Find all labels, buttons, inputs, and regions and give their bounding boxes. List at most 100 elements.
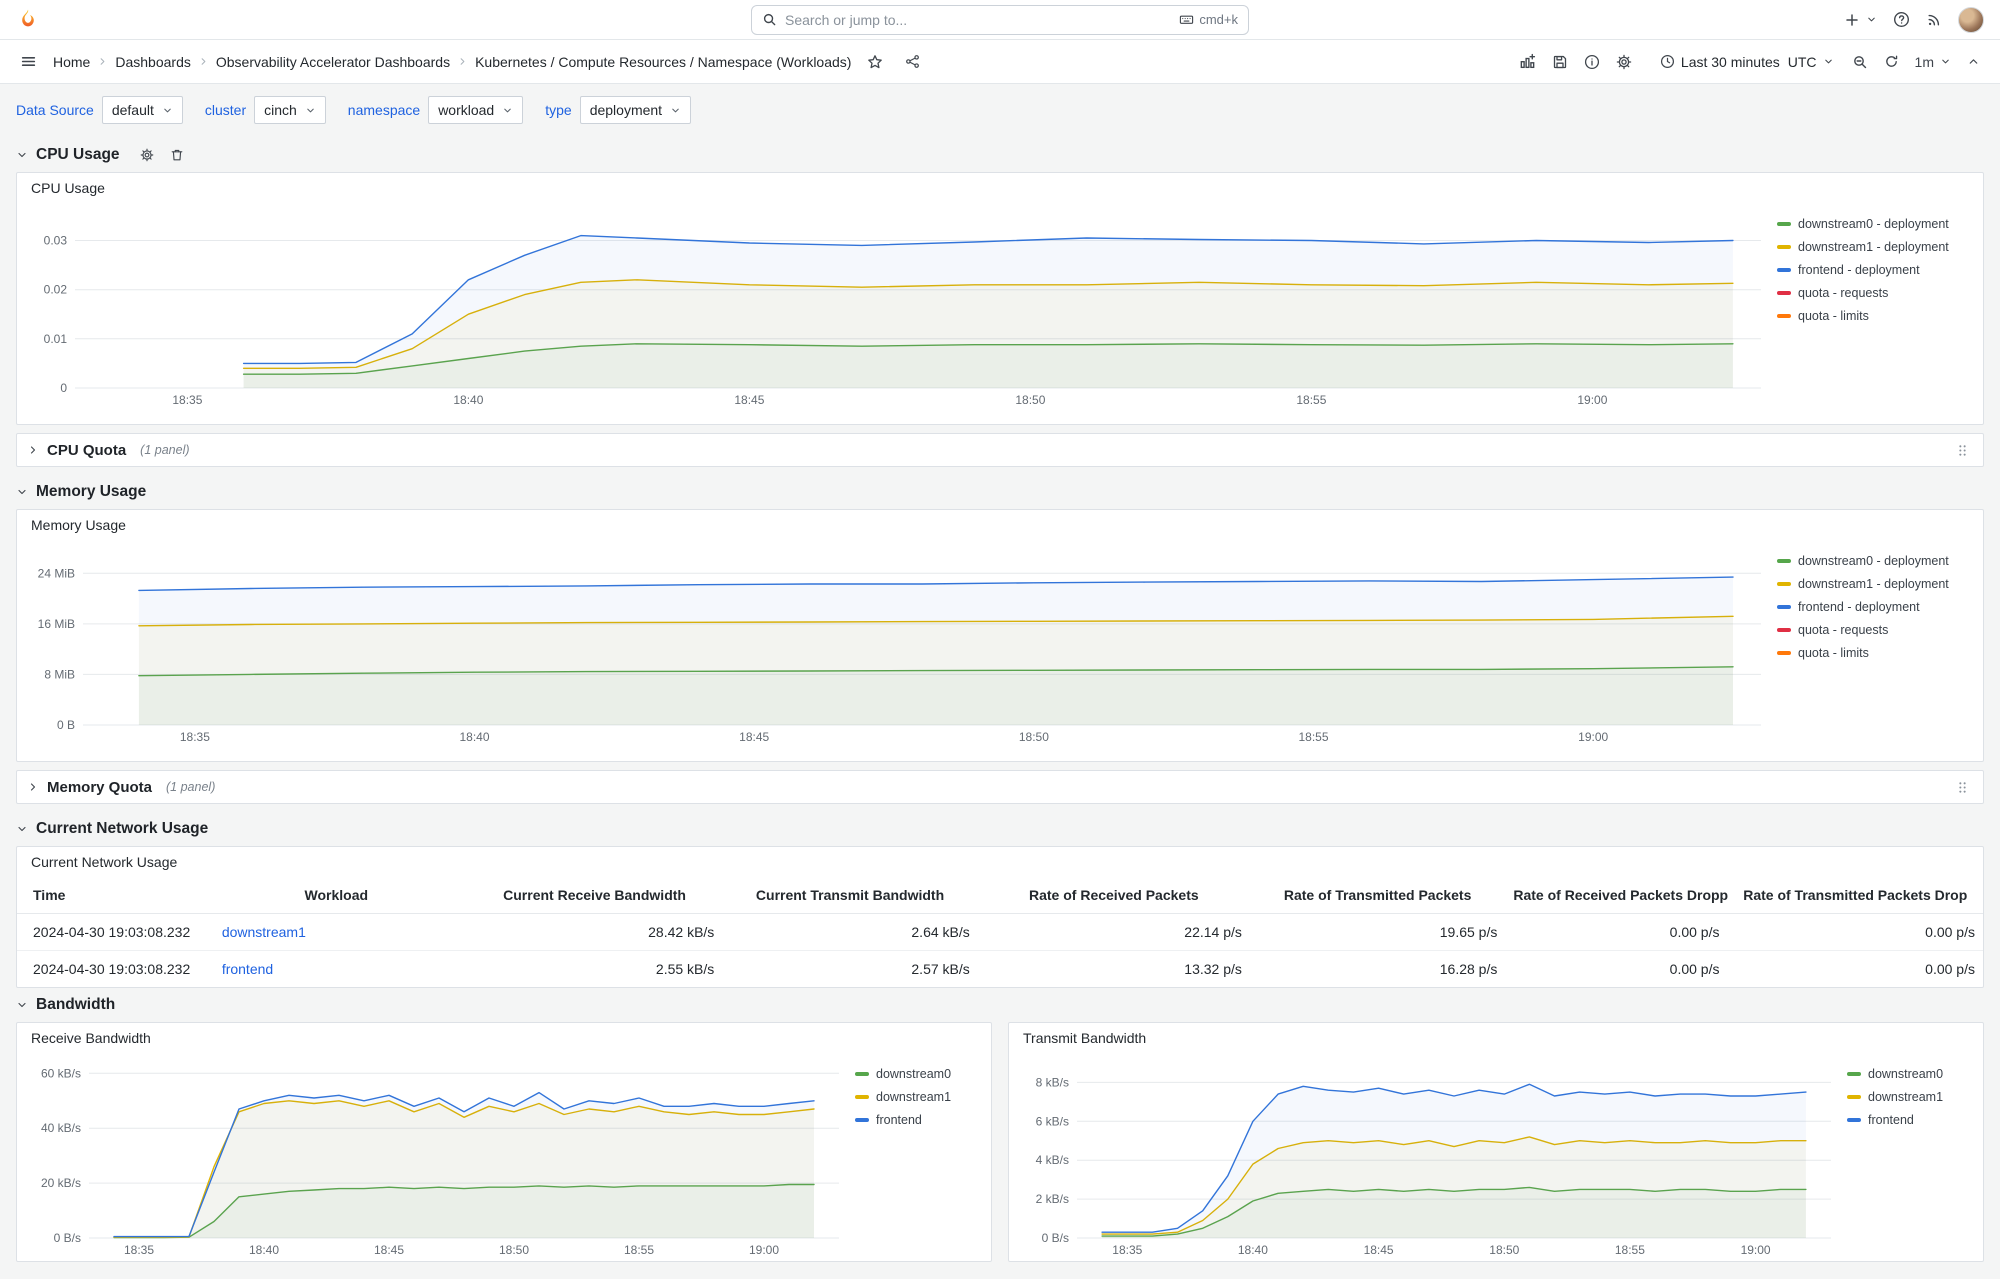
time-series-chart[interactable]: 0 B/s 20 kB/s 40 kB/s 60 kB/s 18:35 18:40 18:4… <box>25 1053 845 1260</box>
table-column-header[interactable]: Rate of Received Packets Droppe <box>1505 877 1728 914</box>
svg-text:0.02: 0.02 <box>44 283 68 297</box>
row-delete-button[interactable] <box>164 143 190 167</box>
news-button[interactable] <box>1926 12 1942 28</box>
svg-text:8 kB/s: 8 kB/s <box>1036 1075 1069 1089</box>
timezone-label: UTC <box>1787 53 1817 70</box>
panel-count: (1 panel) <box>140 443 190 457</box>
search-input[interactable] <box>785 11 1172 28</box>
variable-label[interactable]: cluster <box>205 102 246 118</box>
star-icon <box>867 54 883 70</box>
save-dashboard-button[interactable] <box>1546 47 1574 77</box>
workload-link[interactable]: frontend <box>222 961 273 977</box>
section-row-cpu-quota[interactable]: CPU Quota (1 panel) <box>16 433 1984 467</box>
section-title: Bandwidth <box>36 996 116 1013</box>
svg-text:18:50: 18:50 <box>499 1243 529 1257</box>
collapse-controls-button[interactable] <box>1961 47 1986 77</box>
section-header-cpu-usage[interactable]: CPU Usage <box>16 138 1984 172</box>
breadcrumb-item-dashboards[interactable]: Dashboards <box>115 54 191 70</box>
variable-cluster: cluster cinch <box>205 96 326 124</box>
table-column-header[interactable]: Rate of Received Packets <box>977 877 1250 914</box>
workload-link[interactable]: downstream1 <box>222 924 306 940</box>
breadcrumb-item-folder[interactable]: Observability Accelerator Dashboards <box>216 54 450 70</box>
new-button[interactable] <box>1844 12 1877 28</box>
svg-text:18:45: 18:45 <box>374 1243 404 1257</box>
refresh-interval-label: 1m <box>1914 53 1934 70</box>
breadcrumb-separator-icon <box>97 56 108 67</box>
section-header-bandwidth[interactable]: Bandwidth <box>16 988 1984 1022</box>
hamburger-icon <box>20 53 37 70</box>
add-panel-button[interactable] <box>1513 47 1542 77</box>
legend-item[interactable]: downstream1 - deployment <box>1777 575 1969 592</box>
legend-item[interactable]: downstream1 <box>855 1088 977 1105</box>
section-header-memory-usage[interactable]: Memory Usage <box>16 475 1984 509</box>
legend-item[interactable]: frontend - deployment <box>1777 598 1969 615</box>
legend-item[interactable]: downstream0 <box>855 1065 977 1082</box>
legend-item[interactable]: downstream0 <box>1847 1065 1969 1082</box>
refresh-button[interactable] <box>1878 47 1905 77</box>
time-range-picker[interactable]: Last 30 minutes UTC <box>1652 47 1842 77</box>
legend-item[interactable]: frontend - deployment <box>1777 261 1969 278</box>
legend-item[interactable]: frontend <box>1847 1111 1969 1128</box>
help-button[interactable] <box>1893 11 1910 28</box>
collapse-icon <box>16 486 28 498</box>
time-series-chart[interactable]: 0 0.01 0.02 0.03 18:35 18:40 18:45 18:50 18:55 19… <box>25 203 1767 410</box>
svg-text:18:40: 18:40 <box>459 730 489 744</box>
variable-value: default <box>111 102 154 118</box>
legend-item[interactable]: downstream0 - deployment <box>1777 552 1969 569</box>
legend-swatch <box>1777 581 1791 586</box>
panel-title[interactable]: Current Network Usage <box>17 847 1983 877</box>
table-column-header[interactable]: Rate of Transmitted Packets Drop <box>1727 877 1983 914</box>
row-settings-button[interactable] <box>134 143 160 167</box>
dashboard-insights-button[interactable] <box>1578 47 1606 77</box>
panel-title[interactable]: Memory Usage <box>17 510 1983 540</box>
variable-label[interactable]: namespace <box>348 102 420 118</box>
table-column-header[interactable]: Rate of Transmitted Packets <box>1249 877 1506 914</box>
table-column-header[interactable]: Current Receive Bandwidth <box>466 877 723 914</box>
variables-row: Data Source default cluster cinch namesp… <box>16 96 1984 124</box>
legend-item[interactable]: frontend <box>855 1111 977 1128</box>
legend-item[interactable]: downstream0 - deployment <box>1777 215 1969 232</box>
favorite-button[interactable] <box>861 47 889 77</box>
trash-icon <box>170 148 184 162</box>
mega-menu-button[interactable] <box>14 47 43 77</box>
variable-select-cluster[interactable]: cinch <box>254 96 326 124</box>
panel-title[interactable]: Receive Bandwidth <box>17 1023 991 1053</box>
legend: downstream0 - deployment downstream1 - de… <box>1767 203 1975 410</box>
legend-item[interactable]: quota - limits <box>1777 644 1969 661</box>
refresh-interval-picker[interactable]: 1m <box>1909 47 1957 77</box>
panel-title[interactable]: Transmit Bandwidth <box>1009 1023 1983 1053</box>
search-bar[interactable]: cmd+k <box>751 4 1249 35</box>
refresh-icon <box>1884 54 1899 69</box>
panel-title[interactable]: CPU Usage <box>17 173 1983 203</box>
dashboard-settings-button[interactable] <box>1610 47 1638 77</box>
legend-label: frontend <box>1868 1112 1914 1127</box>
table-column-header[interactable]: Current Transmit Bandwidth <box>722 877 978 914</box>
legend-item[interactable]: downstream1 - deployment <box>1777 238 1969 255</box>
section-title: Memory Usage <box>36 483 147 500</box>
variable-label[interactable]: type <box>545 102 571 118</box>
avatar[interactable] <box>1958 6 1984 33</box>
legend-item[interactable]: quota - requests <box>1777 621 1969 638</box>
legend-item[interactable]: downstream1 <box>1847 1088 1969 1105</box>
legend-item[interactable]: quota - limits <box>1777 307 1969 324</box>
svg-text:18:35: 18:35 <box>180 730 210 744</box>
legend-swatch <box>1777 221 1791 226</box>
time-series-chart[interactable]: 0 B/s 2 kB/s 4 kB/s 6 kB/s 8 kB/s 18:35 18:40 1… <box>1017 1053 1837 1260</box>
share-button[interactable] <box>899 47 926 77</box>
section-row-memory-quota[interactable]: Memory Quota (1 panel) <box>16 770 1984 804</box>
variable-select-datasource[interactable]: default <box>101 96 183 124</box>
row-drag-handle[interactable] <box>1952 776 1973 799</box>
time-series-chart[interactable]: 0 B 8 MiB 16 MiB 24 MiB 18:35 18:40 18:45 18:50… <box>25 540 1767 747</box>
table-column-header[interactable]: Time <box>17 877 206 914</box>
section-header-network-usage[interactable]: Current Network Usage <box>16 812 1984 846</box>
variable-select-namespace[interactable]: workload <box>428 96 524 124</box>
grafana-logo[interactable] <box>16 8 40 32</box>
variable-select-type[interactable]: deployment <box>579 96 692 124</box>
variable-label[interactable]: Data Source <box>16 102 94 118</box>
breadcrumb-item-home[interactable]: Home <box>53 54 90 70</box>
table-column-header[interactable]: Workload <box>205 877 467 914</box>
rss-icon <box>1926 12 1942 28</box>
row-drag-handle[interactable] <box>1952 439 1973 462</box>
zoom-out-button[interactable] <box>1846 47 1874 77</box>
legend-item[interactable]: quota - requests <box>1777 284 1969 301</box>
